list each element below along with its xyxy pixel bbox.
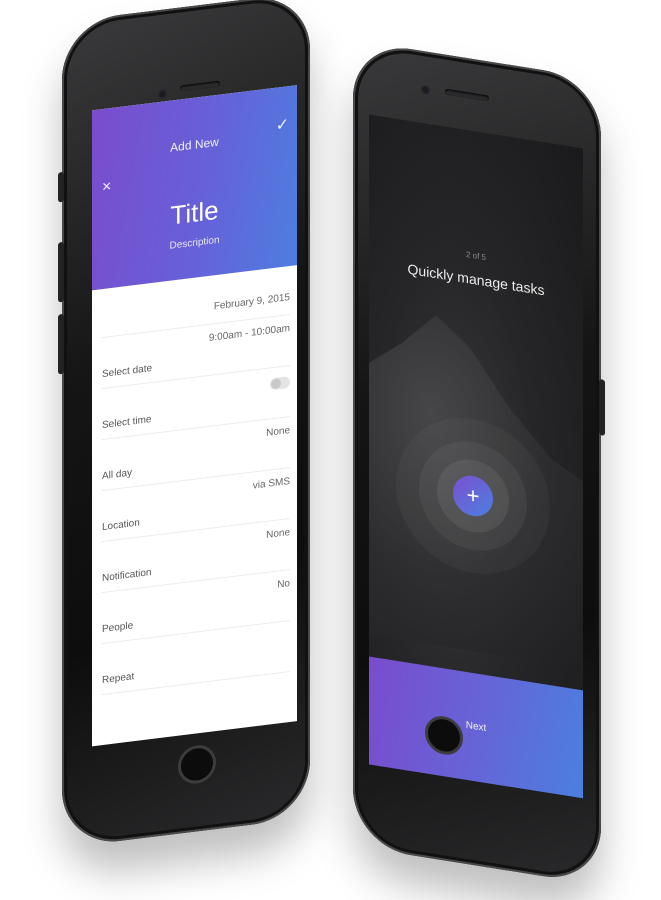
time-value: 9:00am - 10:00am	[208, 323, 290, 344]
home-button[interactable]	[178, 743, 216, 786]
front-camera	[158, 89, 167, 100]
nav-title: Add New	[170, 134, 219, 155]
form-row-label: Select date	[102, 362, 153, 381]
mockup-stage: Add New × ✓ Title Description February 9…	[0, 0, 661, 900]
all-day-toggle[interactable]	[270, 376, 290, 391]
phone-left: Add New × ✓ Title Description February 9…	[58, 0, 310, 848]
next-button[interactable]: Next	[369, 656, 583, 799]
location-value: None	[266, 425, 290, 439]
form-row-label: Notification	[102, 567, 152, 585]
earpiece-speaker	[445, 88, 489, 102]
form-row-label: All day	[102, 467, 133, 483]
onboarding-headline: Quickly manage tasks	[407, 260, 545, 299]
date-value: February 9, 2015	[213, 292, 290, 313]
form-row-label: Repeat	[102, 671, 135, 687]
close-icon[interactable]: ×	[102, 178, 111, 197]
event-form: February 9, 2015 9:00am - 10:00am Select…	[102, 286, 290, 696]
power-button	[599, 378, 605, 436]
form-row-label: People	[102, 620, 134, 636]
repeat-value: No	[277, 578, 290, 591]
form-row-label: Select time	[102, 414, 152, 432]
header-gradient: Add New × ✓ Title Description	[92, 85, 297, 291]
screen-add-new: Add New × ✓ Title Description February 9…	[92, 85, 297, 747]
phone-right: 2 of 5 Quickly manage tasks + Next	[353, 40, 605, 886]
volume-down-button	[58, 313, 64, 375]
volume-up-button	[58, 241, 64, 303]
earpiece-speaker	[180, 80, 220, 92]
plus-icon: +	[466, 481, 480, 510]
front-camera	[421, 84, 430, 96]
screen-onboarding: 2 of 5 Quickly manage tasks + Next	[369, 114, 583, 799]
notification-value: via SMS	[252, 476, 290, 492]
check-icon[interactable]: ✓	[276, 114, 289, 136]
people-value: None	[266, 527, 290, 541]
form-row-label: Location	[102, 517, 140, 534]
mute-switch	[58, 171, 64, 203]
